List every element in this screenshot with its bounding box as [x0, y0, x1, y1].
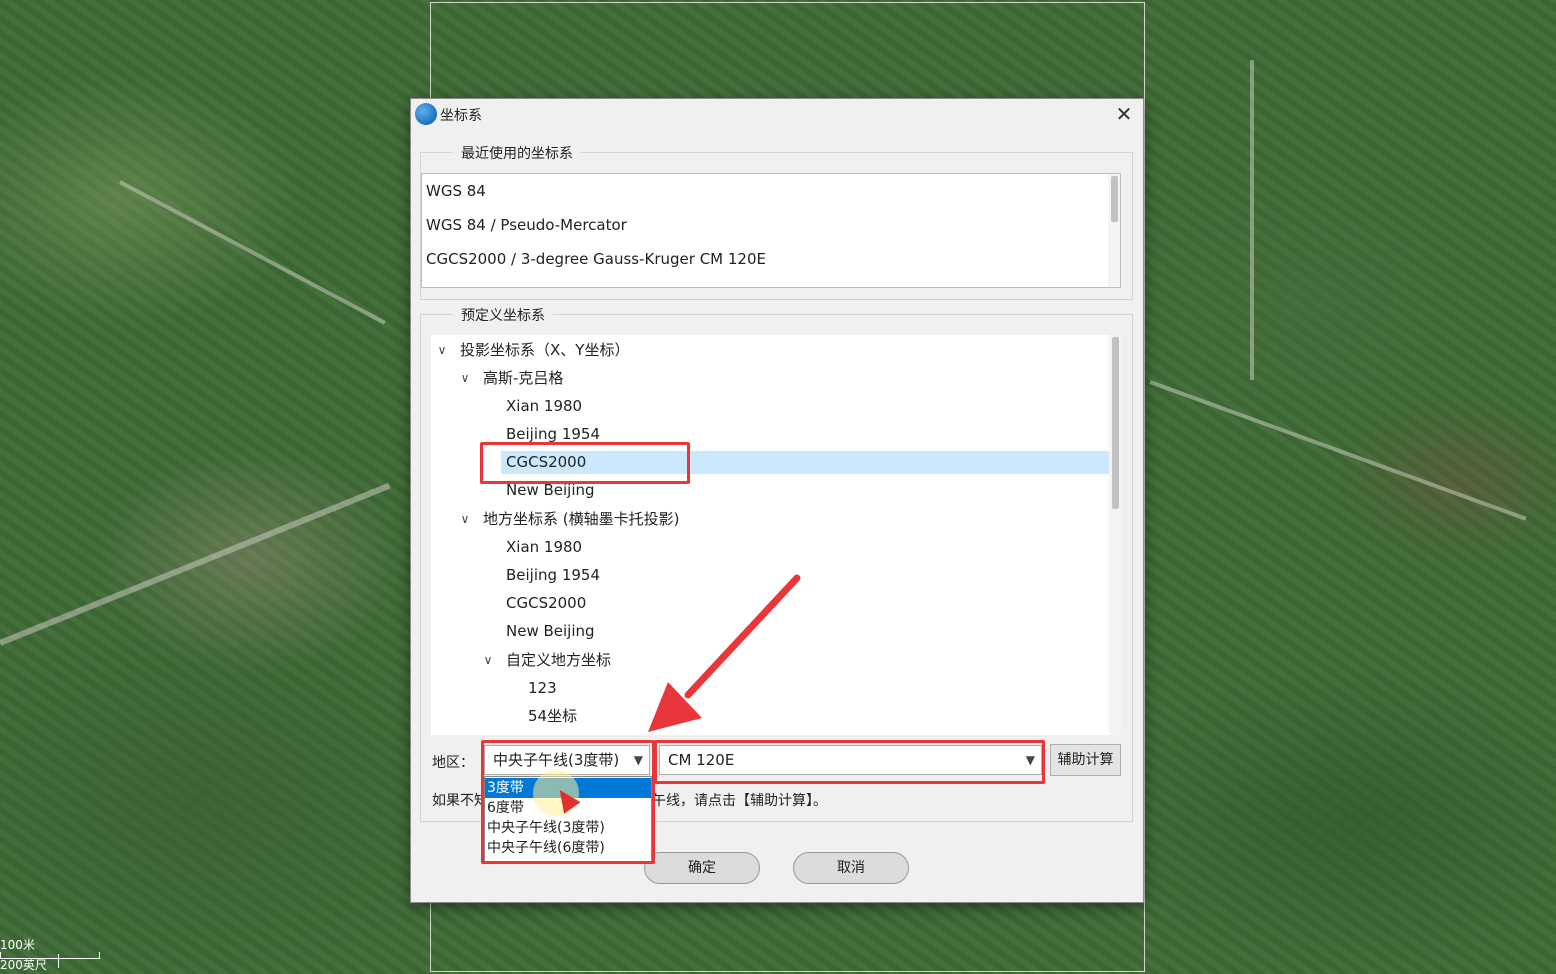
tree-node-label: New Beijing — [506, 481, 595, 499]
tree-node-projected[interactable]: ∨ 投影坐标系（X、Y坐标） — [431, 336, 1111, 364]
tree-node-label: Beijing 1954 — [506, 425, 600, 443]
tree-leaf[interactable]: New Beijing — [431, 476, 1111, 504]
tree-node-local[interactable]: ∨ 地方坐标系 (横轴墨卡托投影) — [431, 505, 1111, 533]
dropdown-option[interactable]: 中央子午线(3度带) — [485, 818, 651, 838]
recent-item[interactable]: WGS 84 — [426, 182, 486, 200]
recent-scrollbar[interactable] — [1108, 174, 1120, 287]
tree-node-label: 自定义地方坐标 — [506, 651, 612, 669]
cancel-button[interactable]: 取消 — [793, 852, 909, 884]
tree-leaf-selected[interactable]: CGCS2000 — [501, 451, 1109, 474]
annotation-arrow — [648, 574, 801, 732]
central-meridian-select[interactable]: CM 120E ▼ — [659, 745, 1042, 775]
predefined-group-label: 预定义坐标系 — [453, 305, 553, 325]
map-road — [1149, 380, 1527, 521]
tree-node-label: New Beijing — [506, 622, 595, 640]
ok-button[interactable]: 确定 — [644, 852, 760, 884]
chevron-down-icon: ▼ — [1025, 753, 1035, 767]
tree-node-label: CGCS2000 — [506, 594, 587, 612]
map-road — [119, 180, 386, 325]
close-icon[interactable]: ✕ — [1111, 101, 1137, 127]
tree-node-label: Xian 1980 — [506, 397, 583, 415]
region-label: 地区： — [432, 755, 474, 771]
chevron-down-icon[interactable]: ∨ — [481, 646, 495, 674]
tree-leaf[interactable]: Xian 1980 — [431, 533, 1111, 561]
hint-text-right: 午线，请点击【辅助计算】。 — [652, 793, 827, 809]
tree-node-label: 123 — [528, 679, 557, 697]
tree-node-label: 投影坐标系（X、Y坐标） — [460, 341, 630, 359]
tree-node-label: 高斯-克吕格 — [483, 369, 564, 387]
assist-calc-button[interactable]: 辅助计算 — [1050, 744, 1121, 776]
arrow-shaft — [684, 574, 801, 699]
chevron-down-icon[interactable]: ∨ — [458, 505, 472, 533]
tree-node-gauss-kruger[interactable]: ∨ 高斯-克吕格 — [431, 364, 1111, 392]
zone-type-select[interactable]: 中央子午线(3度带) ▼ — [484, 745, 650, 775]
map-scale-bar: 100米 200英尺 — [0, 934, 110, 974]
dropdown-option[interactable]: 中央子午线(6度带) — [485, 838, 651, 858]
tree-node-label: 地方坐标系 (横轴墨卡托投影) — [483, 510, 680, 528]
recent-item[interactable]: CGCS2000 / 3-degree Gauss-Kruger CM 120E — [426, 250, 766, 268]
tree-node-label: Beijing 1954 — [506, 566, 600, 584]
recent-group-label: 最近使用的坐标系 — [453, 143, 581, 163]
chevron-down-icon: ▼ — [633, 753, 643, 767]
tree-leaf[interactable]: Xian 1980 — [431, 392, 1111, 420]
scale-metric-label: 100米 — [0, 938, 35, 952]
app-globe-icon — [415, 103, 437, 125]
tree-node-label: CGCS2000 — [506, 453, 587, 471]
tree-node-label: Xian 1980 — [506, 538, 583, 556]
scrollbar-thumb[interactable] — [1112, 337, 1119, 509]
dialog-title: 坐标系 — [440, 108, 482, 124]
scale-imperial-label: 200英尺 — [0, 958, 47, 972]
recent-item[interactable]: WGS 84 / Pseudo-Mercator — [426, 216, 627, 234]
chevron-down-icon[interactable]: ∨ — [458, 364, 472, 392]
map-road — [0, 482, 391, 646]
central-meridian-value: CM 120E — [668, 751, 735, 769]
chevron-down-icon[interactable]: ∨ — [435, 336, 449, 364]
dialog-titlebar[interactable]: 坐标系 ✕ — [411, 99, 1143, 129]
scrollbar-thumb[interactable] — [1111, 176, 1118, 222]
recent-coordinate-list[interactable]: WGS 84 WGS 84 / Pseudo-Mercator CGCS2000… — [421, 173, 1121, 288]
map-road — [1250, 60, 1254, 380]
tree-scrollbar[interactable] — [1109, 335, 1121, 735]
tree-node-label: 54坐标 — [528, 707, 578, 725]
tree-leaf[interactable]: Beijing 1954 — [431, 420, 1111, 448]
hint-text-left: 如果不知 — [432, 793, 488, 809]
